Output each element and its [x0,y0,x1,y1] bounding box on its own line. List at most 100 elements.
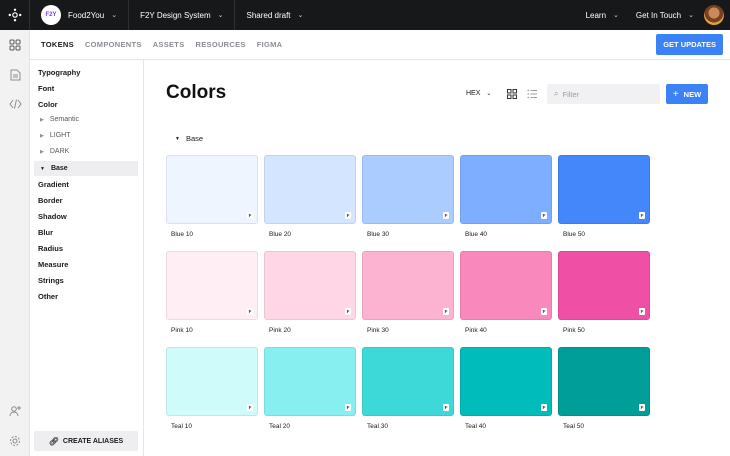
caret-down-icon: ▼ [175,135,180,142]
new-button-label: NEW [683,89,702,99]
swatch-label: Teal 40 [465,423,486,430]
color-swatch[interactable]: F [558,251,650,320]
user-avatar[interactable] [704,5,724,25]
sidebar-subitem-label: LIGHT [49,132,71,139]
sidebar-item-gradient[interactable]: Gradient [38,180,69,189]
sidebar-subitem-base[interactable]: ▼ Base [34,161,138,176]
search-icon: ⌕ [554,89,559,98]
tab-resources[interactable]: RESOURCES [196,40,246,49]
swatch-label: Blue 40 [465,231,488,238]
color-swatch[interactable]: F [460,347,552,416]
swatch-label: Teal 50 [563,423,584,430]
color-swatch[interactable]: F [558,347,650,416]
settings-gear-icon[interactable] [7,433,23,449]
swatch-label: Pink 30 [367,327,389,334]
color-swatch[interactable]: F [558,155,650,224]
tab-figma[interactable]: FIGMA [257,40,283,49]
swatch-label: Teal 30 [367,423,388,430]
figma-icon: F [639,308,645,315]
workspace-switcher[interactable]: F2Y Food2You ⌄ [30,0,130,30]
chevron-down-icon: ⌄ [111,12,118,19]
sidebar-item-other[interactable]: Other [38,292,58,301]
swatch-label: Blue 20 [269,231,292,238]
page-title: Colors [166,82,227,103]
sidebar-item-typography[interactable]: Typography [38,68,80,77]
tab-assets[interactable]: ASSETS [153,40,185,49]
tab-components[interactable]: COMPONENTS [85,40,142,49]
sidebar-item-border[interactable]: Border [38,196,63,205]
sidebar-item-font[interactable]: Font [38,84,54,93]
swatch-label: Blue 30 [367,231,390,238]
color-swatch[interactable]: F [460,251,552,320]
swatch-label: Pink 10 [171,327,193,334]
filter-input[interactable] [562,89,653,99]
swatch-label: Pink 20 [269,327,291,334]
document-icon[interactable] [7,67,23,83]
sidebar-item-blur[interactable]: Blur [38,228,53,237]
color-swatch[interactable]: F [166,155,258,224]
project-switcher[interactable]: F2Y Design System ⌄ [129,0,236,30]
format-dropdown[interactable]: HEX ⌄ [466,90,491,97]
code-icon[interactable] [7,96,23,112]
color-swatch[interactable]: F [264,347,356,416]
caret-right-icon: ▶ [40,132,44,139]
color-swatch[interactable]: F [166,251,258,320]
chevron-down-icon: ⌄ [297,12,304,19]
sidebar-item-measure[interactable]: Measure [38,260,68,269]
chevron-down-icon: ⌄ [486,91,492,97]
learn-menu[interactable]: Learn ⌄ [575,0,630,30]
swatch-label: Pink 50 [563,327,585,334]
sidebar-item-strings[interactable]: Strings [38,276,64,285]
swatch-label: Teal 10 [171,423,192,430]
workspace-avatar: F2Y [41,5,61,25]
section-header-base[interactable]: ▼ Base [175,134,203,143]
figma-icon: F [639,212,645,219]
figma-icon: F [443,308,449,315]
create-aliases-button[interactable]: 🔗︎ CREATE ALIASES [34,431,138,451]
sidebar-item-shadow[interactable]: Shadow [38,212,67,221]
plus-icon: + [672,88,679,100]
figma-icon: F [443,404,449,411]
filter-field[interactable]: ⌕ [547,84,660,104]
project-name: F2Y Design System [140,10,211,20]
figma-icon: F [443,212,449,219]
figma-icon: F [639,404,645,411]
new-token-button[interactable]: + NEW [666,84,708,104]
figma-icon: F [541,404,547,411]
get-in-touch-label: Get In Touch [635,10,682,20]
draft-switcher[interactable]: Shared draft ⌄ [235,0,314,30]
color-swatch[interactable]: F [362,155,454,224]
caret-right-icon: ▶ [40,148,44,155]
format-value: HEX [466,90,481,97]
swatch-label: Teal 20 [269,423,290,430]
section-tabs: TOKENS COMPONENTS ASSETS RESOURCES FIGMA… [30,30,730,60]
swatch-label: Blue 50 [563,231,586,238]
sidebar-item-radius[interactable]: Radius [38,244,63,253]
color-swatch[interactable]: F [362,347,454,416]
link-icon: 🔗︎ [48,436,59,446]
color-swatch[interactable]: F [460,155,552,224]
grid-view-icon[interactable] [506,88,518,100]
color-swatch[interactable]: F [362,251,454,320]
color-swatch[interactable]: F [264,155,356,224]
figma-icon: F [247,404,253,411]
sidebar-subitem-semantic[interactable]: ▶ Semantic [40,116,79,123]
learn-label: Learn [585,10,607,20]
add-user-icon[interactable] [7,403,23,419]
workspace-name: Food2You [68,10,105,20]
get-in-touch-menu[interactable]: Get In Touch ⌄ [630,0,698,30]
tokens-grid-icon[interactable] [7,37,23,53]
sidebar-subitem-dark[interactable]: ▶ DARK [40,148,69,155]
token-sidebar: Typography Font Color ▶ Semantic ▶ LIGHT ▶… [30,60,144,456]
chevron-down-icon: ⌄ [217,12,224,19]
get-updates-button[interactable]: GET UPDATES [656,34,723,55]
sidebar-item-color[interactable]: Color [38,100,58,109]
color-swatch[interactable]: F [264,251,356,320]
caret-down-icon: ▼ [40,165,45,172]
app-logo-icon[interactable] [0,0,30,30]
sidebar-subitem-light[interactable]: ▶ LIGHT [40,132,70,139]
color-swatch[interactable]: F [166,347,258,416]
sidebar-subitem-label: Semantic [49,116,80,123]
list-view-icon[interactable] [526,88,538,100]
tab-tokens[interactable]: TOKENS [41,40,74,49]
